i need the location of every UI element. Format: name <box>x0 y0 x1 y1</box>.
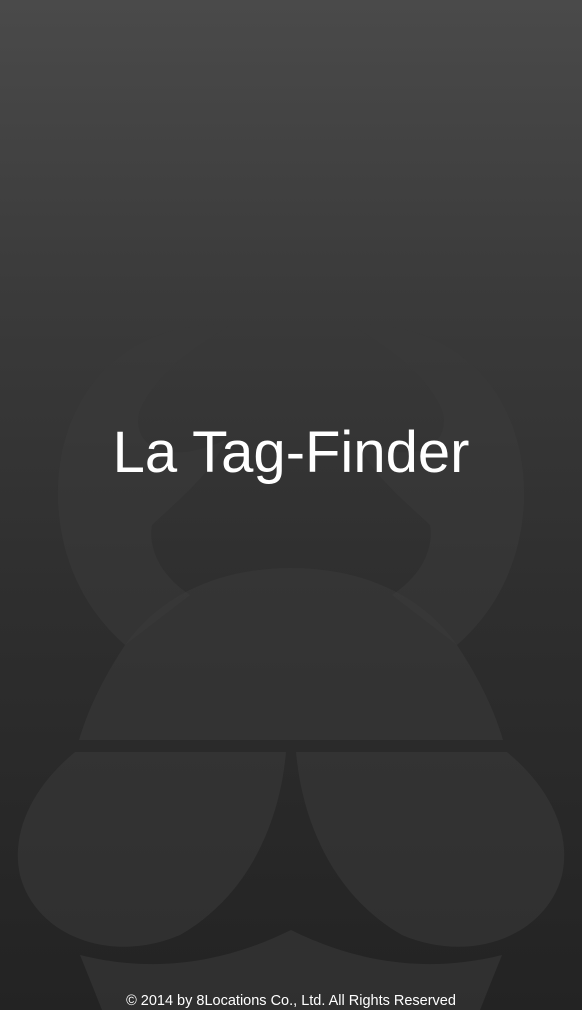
app-title: La Tag-Finder <box>112 420 470 485</box>
copyright-text: © 2014 by 8Locations Co., Ltd. All Right… <box>126 993 456 1009</box>
logo-watermark-icon <box>17 324 565 1010</box>
